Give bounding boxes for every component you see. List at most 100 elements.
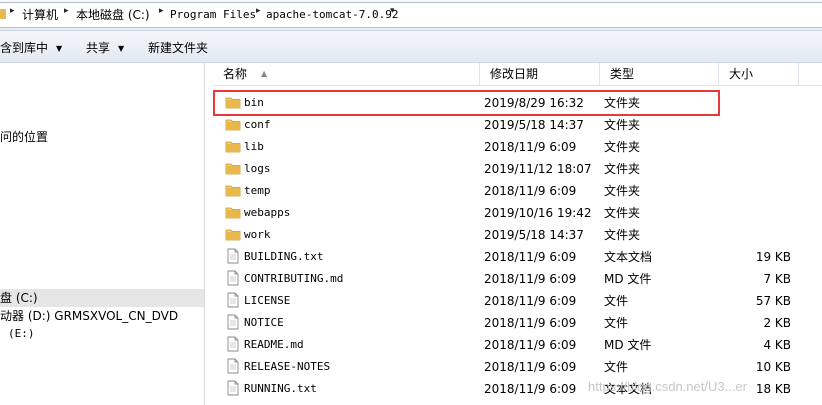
file-row[interactable]: CONTRIBUTING.md 2018/11/9 6:09 MD 文件 7 KB: [213, 268, 822, 290]
file-type: 文件: [604, 316, 629, 330]
file-date: 2019/8/29 16:32: [484, 96, 584, 110]
watermark-text: https://blog.csdn.net/U3...er: [588, 379, 747, 394]
nav-recent-places[interactable]: 问的位置: [0, 128, 48, 146]
file-size: [733, 95, 791, 111]
share-button[interactable]: 共享 ▼: [86, 40, 124, 56]
nav-dvd-drive[interactable]: 动器 (D:) GRMSXVOL_CN_DVD: [0, 307, 178, 325]
file-size: [733, 117, 791, 133]
file-type: 文件夹: [604, 162, 641, 176]
file-name: bin: [244, 96, 264, 109]
file-type: 文件夹: [604, 140, 641, 154]
command-bar: 含到库中 ▼ 共享 ▼ 新建文件夹: [0, 31, 822, 63]
folder-icon: [225, 204, 241, 220]
breadcrumb-local-disk[interactable]: 本地磁盘 (C:): [76, 7, 150, 23]
folder-icon: [225, 226, 241, 242]
nav-local-disk[interactable]: 盘 (C:): [0, 289, 204, 307]
file-row[interactable]: lib 2018/11/9 6:09 文件夹: [213, 136, 822, 158]
file-date: 2018/11/9 6:09: [484, 250, 577, 264]
file-size: [733, 227, 791, 243]
chevron-down-icon: ▼: [118, 44, 125, 53]
file-size: 10 KB: [755, 360, 791, 374]
file-row[interactable]: BUILDING.txt 2018/11/9 6:09 文本文档 19 KB: [213, 246, 822, 268]
file-row[interactable]: temp 2018/11/9 6:09 文件夹: [213, 180, 822, 202]
file-row[interactable]: conf 2019/5/18 14:37 文件夹: [213, 114, 822, 136]
file-size: [733, 183, 791, 199]
file-type: 文件夹: [604, 184, 641, 198]
document-icon: [225, 270, 241, 286]
file-date: 2019/5/18 14:37: [484, 118, 584, 132]
file-row[interactable]: logs 2019/11/12 18:07 文件夹: [213, 158, 822, 180]
column-header-size[interactable]: 大小: [719, 63, 799, 85]
new-folder-button[interactable]: 新建文件夹: [148, 40, 208, 56]
column-header-date[interactable]: 修改日期: [480, 63, 600, 85]
file-size: [733, 161, 791, 177]
chevron-down-icon[interactable]: ▾: [390, 6, 395, 16]
file-date: 2018/11/9 6:09: [484, 316, 577, 330]
column-header: 名称 ▲ 修改日期 类型 大小: [213, 63, 822, 86]
document-icon: [225, 380, 241, 396]
folder-icon: [225, 94, 241, 110]
file-name: NOTICE: [244, 316, 284, 329]
folder-icon: [225, 116, 241, 132]
file-size: 7 KB: [763, 272, 791, 286]
chevron-right-icon[interactable]: ▸: [256, 6, 261, 16]
file-row[interactable]: RELEASE-NOTES 2018/11/9 6:09 文件 10 KB: [213, 356, 822, 378]
file-row[interactable]: webapps 2019/10/16 19:42 文件夹: [213, 202, 822, 224]
file-type: 文本文档: [604, 250, 653, 264]
file-name: work: [244, 228, 271, 241]
chevron-right-icon[interactable]: ▸: [10, 6, 15, 16]
breadcrumb-program-files[interactable]: Program Files: [170, 7, 256, 23]
file-size: 19 KB: [755, 250, 791, 264]
chevron-right-icon[interactable]: ▸: [159, 6, 164, 16]
document-icon: [225, 292, 241, 308]
file-date: 2018/11/9 6:09: [484, 360, 577, 374]
file-name: webapps: [244, 206, 291, 219]
file-size: [733, 139, 791, 155]
breadcrumb-computer[interactable]: 计算机: [22, 7, 58, 23]
file-name: conf: [244, 118, 271, 131]
column-header-type[interactable]: 类型: [600, 63, 719, 85]
file-date: 2019/10/16 19:42: [484, 206, 592, 220]
file-name: CONTRIBUTING.md: [244, 272, 344, 285]
file-type: 文件夹: [604, 228, 641, 242]
document-icon: [225, 336, 241, 352]
nav-drive-e[interactable]: (E:): [8, 325, 35, 343]
file-date: 2018/11/9 6:09: [484, 294, 577, 308]
file-date: 2019/5/18 14:37: [484, 228, 584, 242]
file-row[interactable]: LICENSE 2018/11/9 6:09 文件 57 KB: [213, 290, 822, 312]
file-date: 2018/11/9 6:09: [484, 338, 577, 352]
file-type: MD 文件: [604, 272, 652, 286]
file-type: 文件夹: [604, 118, 641, 132]
column-name-label: 名称: [223, 67, 248, 81]
file-size: 2 KB: [763, 316, 791, 330]
address-box[interactable]: ▸ 计算机 ▸ 本地磁盘 (C:) ▸ Program Files ▸ apac…: [0, 2, 822, 28]
folder-icon: [225, 138, 241, 154]
file-row[interactable]: README.md 2018/11/9 6:09 MD 文件 4 KB: [213, 334, 822, 356]
file-row[interactable]: bin 2019/8/29 16:32 文件夹: [213, 92, 822, 114]
breadcrumb-tomcat[interactable]: apache-tomcat-7.0.92: [266, 7, 398, 23]
chevron-down-icon: ▼: [56, 44, 63, 53]
folder-icon: [225, 182, 241, 198]
file-date: 2018/11/9 6:09: [484, 382, 577, 396]
file-type: 文件夹: [604, 206, 641, 220]
file-size: 4 KB: [763, 338, 791, 352]
file-name: logs: [244, 162, 271, 175]
file-name: BUILDING.txt: [244, 250, 324, 263]
chevron-right-icon[interactable]: ▸: [64, 6, 69, 16]
file-size: 57 KB: [755, 294, 791, 308]
file-type: 文件: [604, 294, 629, 308]
file-row[interactable]: work 2019/5/18 14:37 文件夹: [213, 224, 822, 246]
file-name: RELEASE-NOTES: [244, 360, 331, 373]
file-name: README.md: [244, 338, 304, 351]
column-header-name[interactable]: 名称 ▲: [213, 63, 480, 85]
file-size: [733, 205, 791, 221]
file-name: temp: [244, 184, 271, 197]
file-type: 文件夹: [604, 96, 641, 110]
include-in-library-button[interactable]: 含到库中 ▼: [0, 40, 62, 56]
address-bar[interactable]: ▸ 计算机 ▸ 本地磁盘 (C:) ▸ Program Files ▸ apac…: [0, 0, 822, 31]
file-name: lib: [244, 140, 264, 153]
sort-up-icon: ▲: [261, 69, 268, 78]
share-label: 共享: [86, 41, 111, 55]
file-row[interactable]: NOTICE 2018/11/9 6:09 文件 2 KB: [213, 312, 822, 334]
file-type: 文件: [604, 360, 629, 374]
